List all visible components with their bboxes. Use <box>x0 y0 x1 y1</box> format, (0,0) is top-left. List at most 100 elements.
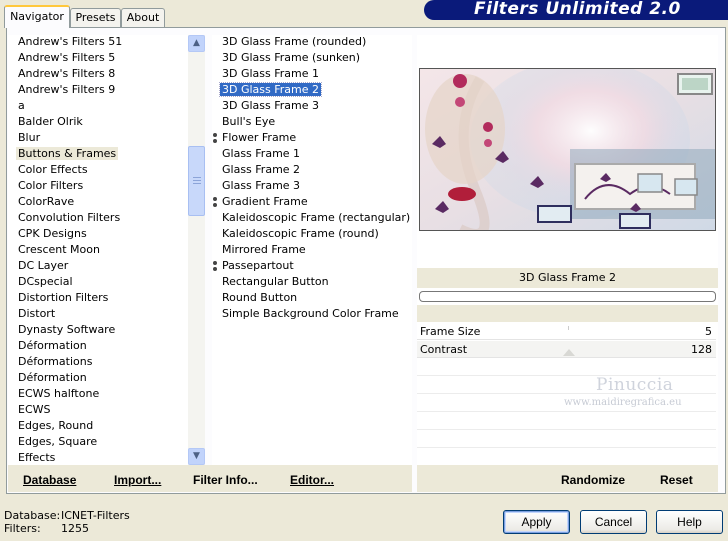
category-item[interactable]: Andrew's Filters 5 <box>8 50 117 66</box>
category-item[interactable]: Convolution Filters <box>8 210 122 226</box>
category-item-label: Effects <box>18 451 56 464</box>
category-item[interactable]: CPK Designs <box>8 226 89 242</box>
category-item[interactable]: ECWS halftone <box>8 386 101 402</box>
filter-item[interactable]: 3D Glass Frame 3 <box>212 98 321 114</box>
category-item-label: ColorRave <box>18 195 75 208</box>
scroll-down-button[interactable]: ▼ <box>188 448 205 465</box>
category-item[interactable]: ColorRave <box>8 194 76 210</box>
status-database-label: Database: <box>4 509 61 522</box>
category-item-label: ECWS halftone <box>18 387 100 400</box>
category-item-label: CPK Designs <box>18 227 87 240</box>
group-marker-icon <box>213 133 217 143</box>
filter-item[interactable]: Glass Frame 1 <box>212 146 302 162</box>
tab-about[interactable]: About <box>121 8 165 27</box>
category-item[interactable]: Déformation <box>8 370 89 386</box>
control-label: Frame Size <box>420 325 481 338</box>
help-button[interactable]: Help <box>656 510 723 534</box>
category-item-label: Color Filters <box>18 179 84 192</box>
category-item[interactable]: ECWS <box>8 402 53 418</box>
category-item-label: Andrew's Filters 9 <box>18 83 116 96</box>
category-item[interactable]: Balder Olrik <box>8 114 85 130</box>
filter-item[interactable]: Flower Frame <box>212 130 298 146</box>
category-item-label: Déformation <box>18 339 87 352</box>
scroll-grip-line <box>193 177 201 178</box>
filter-item[interactable]: Gradient Frame <box>212 194 310 210</box>
category-item[interactable]: Distort <box>8 306 57 322</box>
category-item[interactable]: Andrew's Filters 8 <box>8 66 117 82</box>
filter-item-label: Rectangular Button <box>222 275 329 288</box>
category-item[interactable]: Dynasty Software <box>8 322 117 338</box>
category-item[interactable]: Effects <box>8 450 57 465</box>
slider-tick <box>568 326 569 330</box>
category-item-label: Balder Olrik <box>18 115 83 128</box>
control-contrast[interactable]: Contrast 128 <box>417 341 716 358</box>
category-item[interactable]: Andrew's Filters 51 <box>8 35 124 50</box>
category-item[interactable]: Andrew's Filters 9 <box>8 82 117 98</box>
import-button[interactable]: Import... <box>114 473 161 487</box>
category-item-label: Dynasty Software <box>18 323 116 336</box>
control-frame-size[interactable]: Frame Size 5 <box>417 323 716 340</box>
editor-button[interactable]: Editor... <box>290 473 334 487</box>
apply-button[interactable]: Apply <box>503 510 570 534</box>
category-item[interactable]: a <box>8 98 27 114</box>
category-scrollbar[interactable]: ▲ ▼ <box>188 35 205 465</box>
tab-navigator[interactable]: Navigator <box>4 5 70 28</box>
filter-item[interactable]: Kaleidoscopic Frame (round) <box>212 226 381 242</box>
category-item[interactable]: Buttons & Frames <box>8 146 119 162</box>
category-list[interactable]: Andrew's Filters 51 Andrew's Filters 5 And… <box>8 35 188 465</box>
filter-item-label: Flower Frame <box>222 131 297 144</box>
category-item[interactable]: Edges, Round <box>8 418 95 434</box>
category-item[interactable]: Blur <box>8 130 42 146</box>
filter-item[interactable]: Simple Background Color Frame <box>212 306 401 322</box>
category-item-label: Crescent Moon <box>18 243 100 256</box>
randomize-button[interactable]: Randomize <box>561 473 625 487</box>
category-item[interactable]: Déformations <box>8 354 94 370</box>
filter-item[interactable]: Kaleidoscopic Frame (rectangular) <box>212 210 412 226</box>
slider-thumb-icon[interactable] <box>563 349 575 356</box>
filter-item[interactable]: Passepartout <box>212 258 296 274</box>
filter-item[interactable]: 3D Glass Frame (sunken) <box>212 50 362 66</box>
filter-item[interactable]: Round Button <box>212 290 299 306</box>
category-item-label: Andrew's Filters 8 <box>18 67 116 80</box>
filter-item[interactable]: Glass Frame 2 <box>212 162 302 178</box>
filter-item-label: 3D Glass Frame 1 <box>222 67 320 80</box>
category-item[interactable]: Déformation <box>8 338 89 354</box>
category-item-label: Edges, Square <box>18 435 98 448</box>
control-empty-row <box>417 449 716 466</box>
category-item[interactable]: Crescent Moon <box>8 242 102 258</box>
reset-button[interactable]: Reset <box>660 473 693 487</box>
category-item[interactable]: Color Effects <box>8 162 90 178</box>
watermark-url: www.maidiregrafica.eu <box>564 397 682 408</box>
cancel-button[interactable]: Cancel <box>580 510 647 534</box>
filter-list[interactable]: 3D Glass Frame (rounded) 3D Glass Frame (… <box>212 35 412 465</box>
filter-item[interactable]: 3D Glass Frame (rounded) <box>212 35 368 50</box>
filter-item-label: Kaleidoscopic Frame (rectangular) <box>222 211 411 224</box>
filter-item[interactable]: 3D Glass Frame 2 <box>212 82 323 98</box>
tab-presets[interactable]: Presets <box>70 8 121 27</box>
database-button[interactable]: Database <box>23 473 76 487</box>
filter-item-label: Glass Frame 2 <box>222 163 301 176</box>
watermark-name: Pinuccia <box>596 375 674 395</box>
category-item[interactable]: DC Layer <box>8 258 70 274</box>
status-database-value: ICNET-Filters <box>61 509 130 522</box>
filter-info-button[interactable]: Filter Info... <box>193 473 258 487</box>
scroll-up-button[interactable]: ▲ <box>188 35 205 52</box>
preview-artwork <box>420 69 715 230</box>
scroll-grip-line <box>193 183 201 184</box>
controls-spacer <box>417 305 718 322</box>
category-item-label: Edges, Round <box>18 419 94 432</box>
filter-item-label: 3D Glass Frame 2 <box>218 82 323 97</box>
filter-item[interactable]: Bull's Eye <box>212 114 277 130</box>
group-marker-icon <box>213 261 217 271</box>
filter-item[interactable]: Rectangular Button <box>212 274 331 290</box>
category-item[interactable]: Color Filters <box>8 178 85 194</box>
filter-item[interactable]: 3D Glass Frame 1 <box>212 66 321 82</box>
filter-item[interactable]: Mirrored Frame <box>212 242 308 258</box>
category-item-label: Andrew's Filters 51 <box>18 35 123 48</box>
category-item[interactable]: DCspecial <box>8 274 75 290</box>
category-item[interactable]: Distortion Filters <box>8 290 110 306</box>
scroll-thumb[interactable] <box>188 146 205 216</box>
category-item[interactable]: Edges, Square <box>8 434 99 450</box>
category-item-label: Déformations <box>18 355 93 368</box>
filter-item[interactable]: Glass Frame 3 <box>212 178 302 194</box>
